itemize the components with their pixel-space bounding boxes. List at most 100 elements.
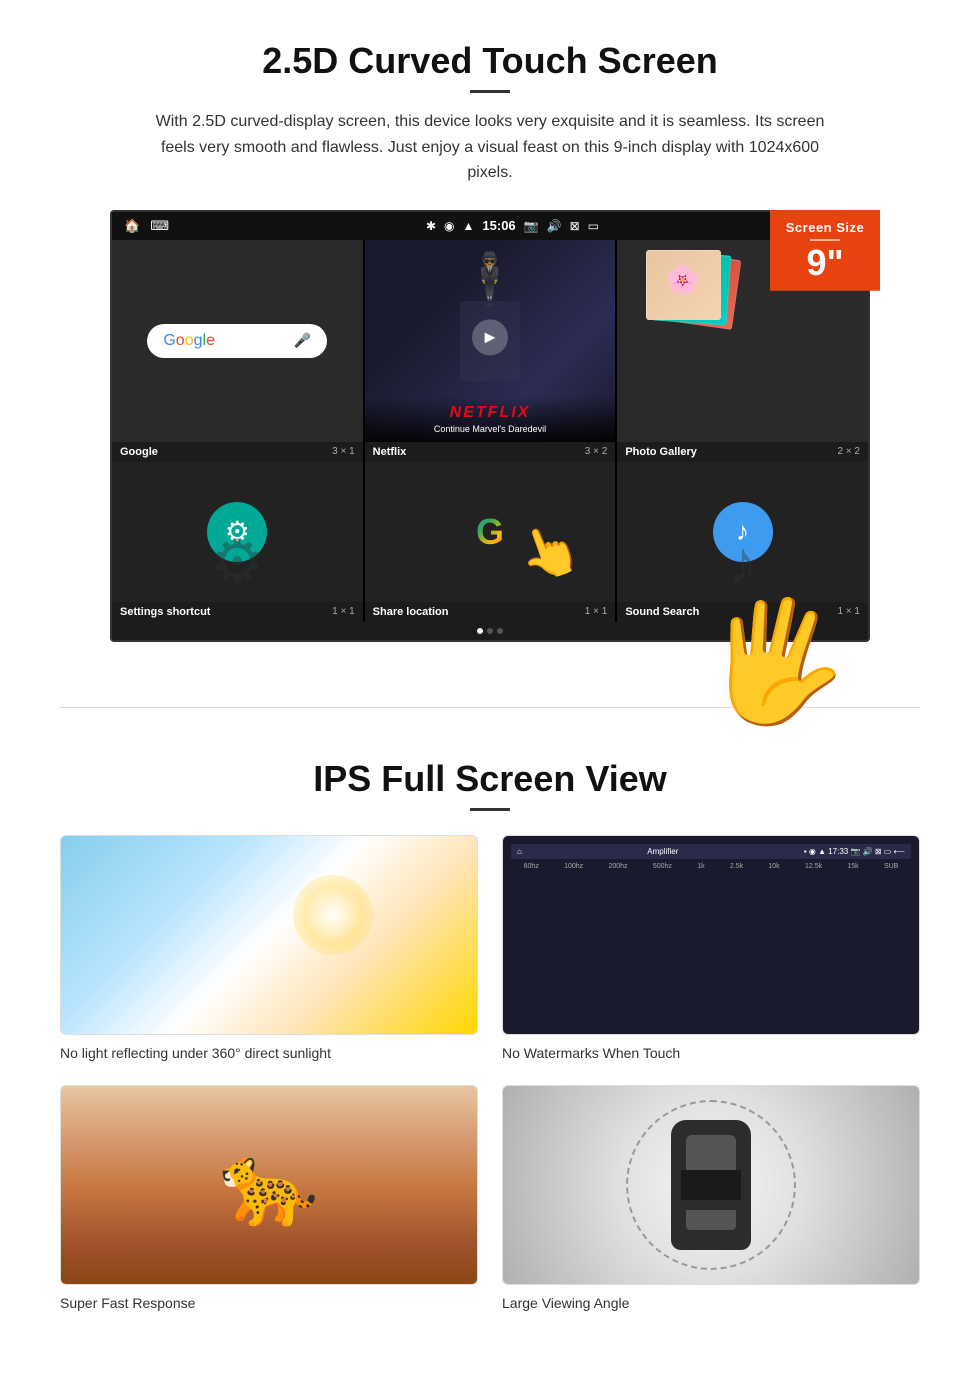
- netflix-logo: NETFLIX: [373, 404, 608, 422]
- status-time: 15:06: [482, 218, 515, 233]
- gallery-footer: Photo Gallery 2 × 2: [617, 442, 868, 462]
- amp-home-icon: ⌂: [517, 847, 522, 856]
- amp-labels: 60hz100hz200hz500hz1k2.5k10k12.5k15kSUB: [511, 863, 911, 870]
- mic-icon: 🎤: [294, 332, 311, 349]
- amp-header: ⌂ Amplifier ▪ ◉ ▲ 17:33 📷 🔊 ⊠ ▭ ⟵: [511, 844, 911, 859]
- settings-bg-icon: ⚙: [210, 527, 264, 597]
- google-search-bar[interactable]: Google 🎤: [147, 324, 327, 358]
- sound-content: ♪ ♪: [617, 462, 868, 602]
- title-divider: [470, 90, 510, 93]
- hand-pointer-icon: 👆: [510, 514, 589, 591]
- app-cell-sound[interactable]: ♪ ♪ Sound Search 1 × 1: [617, 462, 868, 622]
- cheetah-icon: 🐆: [219, 1138, 319, 1232]
- sunlight-visual: [61, 836, 477, 1034]
- app-cell-share[interactable]: G 👆 Share location 1 × 1: [365, 462, 616, 622]
- netflix-content: 🕴 ▶ NETFLIX Continue Marvel's Daredevil: [365, 240, 616, 442]
- gallery-card-3: 🌸: [646, 250, 721, 320]
- status-center: ✱ ◉ ▲ 15:06 📷 🔊 ⊠ ▭: [169, 218, 856, 233]
- bluetooth-icon: ✱: [426, 219, 436, 233]
- app-grid-row1: Google 🎤 Google 3 × 1 🕴: [112, 240, 868, 462]
- car-caption: Large Viewing Angle: [502, 1295, 920, 1311]
- app-grid-row2: ⚙ ⚙ Settings shortcut 1 × 1 G: [112, 462, 868, 622]
- car-roof: [681, 1170, 741, 1200]
- share-name: Share location: [373, 606, 449, 618]
- feature-grid: No light reflecting under 360° direct su…: [60, 835, 920, 1311]
- feature-car: Large Viewing Angle: [502, 1085, 920, 1311]
- google-name: Google: [120, 446, 158, 458]
- volume-icon: 🔊: [547, 219, 562, 233]
- wifi-icon: ▲: [463, 219, 475, 233]
- device-screen: 🏠 ⌨ ✱ ◉ ▲ 15:06 📷 🔊 ⊠ ▭: [110, 210, 870, 642]
- share-hand-wrap: G 👆: [460, 502, 520, 562]
- netflix-name: Netflix: [373, 446, 407, 458]
- screen-size-label: Screen Size: [778, 220, 872, 235]
- amp-icons: ▪ ◉ ▲ 17:33 📷 🔊 ⊠ ▭ ⟵: [804, 847, 905, 856]
- settings-content: ⚙ ⚙: [112, 462, 363, 602]
- sunlight-image: [60, 835, 478, 1035]
- share-icon-area: G: [460, 502, 520, 562]
- cheetah-image: 🐆: [60, 1085, 478, 1285]
- sound-footer: Sound Search 1 × 1: [617, 602, 868, 622]
- section2-title: IPS Full Screen View: [60, 758, 920, 800]
- section1-desc: With 2.5D curved-display screen, this de…: [150, 109, 830, 186]
- sunlight-caption: No light reflecting under 360° direct su…: [60, 1045, 478, 1061]
- cross-icon: ⊠: [570, 219, 580, 233]
- location-icon: ◉: [444, 219, 454, 233]
- settings-size: 1 × 1: [332, 606, 355, 617]
- ips-title-divider: [470, 808, 510, 811]
- netflix-footer: Netflix 3 × 2: [365, 442, 616, 462]
- netflix-overlay: NETFLIX Continue Marvel's Daredevil: [365, 396, 616, 442]
- section-curved: 2.5D Curved Touch Screen With 2.5D curve…: [0, 0, 980, 677]
- google-content: Google 🎤: [112, 240, 363, 442]
- section1-title: 2.5D Curved Touch Screen: [60, 40, 920, 82]
- cheetah-visual: 🐆: [61, 1086, 477, 1284]
- app-cell-google[interactable]: Google 🎤 Google 3 × 1: [112, 240, 363, 462]
- car-rear: [686, 1210, 736, 1230]
- google-footer: Google 3 × 1: [112, 442, 363, 462]
- amplifier-visual: ⌂ Amplifier ▪ ◉ ▲ 17:33 📷 🔊 ⊠ ▭ ⟵ 60hz10…: [503, 836, 919, 1034]
- car-body: [671, 1120, 751, 1250]
- cheetah-caption: Super Fast Response: [60, 1295, 478, 1311]
- usb-icon: ⌨: [150, 218, 169, 234]
- flower-icon: 🌸: [665, 263, 700, 296]
- section-ips: IPS Full Screen View No light reflecting…: [0, 738, 980, 1341]
- window-icon: ▭: [588, 219, 599, 233]
- app-cell-settings[interactable]: ⚙ ⚙ Settings shortcut 1 × 1: [112, 462, 363, 622]
- share-footer: Share location 1 × 1: [365, 602, 616, 622]
- status-bar: 🏠 ⌨ ✱ ◉ ▲ 15:06 📷 🔊 ⊠ ▭: [112, 212, 868, 240]
- feature-cheetah: 🐆 Super Fast Response: [60, 1085, 478, 1311]
- car-windshield: [686, 1135, 736, 1170]
- google-logo: Google: [163, 332, 215, 350]
- gallery-name: Photo Gallery: [625, 446, 697, 458]
- status-left: 🏠 ⌨: [124, 218, 169, 234]
- app-cell-netflix[interactable]: 🕴 ▶ NETFLIX Continue Marvel's Daredevil …: [365, 240, 616, 462]
- netflix-size: 3 × 2: [585, 446, 608, 457]
- sound-name: Sound Search: [625, 606, 699, 618]
- car-image: [502, 1085, 920, 1285]
- gallery-size: 2 × 2: [837, 446, 860, 457]
- pagination-dot-1[interactable]: [477, 628, 483, 634]
- home-icon: 🏠: [124, 218, 140, 234]
- amplifier-caption: No Watermarks When Touch: [502, 1045, 920, 1061]
- camera-icon: 📷: [524, 219, 539, 233]
- netflix-subtitle: Continue Marvel's Daredevil: [373, 424, 608, 434]
- device-container: Screen Size 9" 🏠 ⌨ ✱ ◉ ▲ 15:06 📷 🔊 ⊠: [110, 210, 870, 642]
- screen-size-number: 9": [778, 245, 872, 281]
- sound-bg-icon: ♪: [728, 528, 758, 597]
- share-content: G 👆: [365, 462, 616, 602]
- pagination-bar: [112, 622, 868, 640]
- pagination-dot-3[interactable]: [497, 628, 503, 634]
- sound-size: 1 × 1: [837, 606, 860, 617]
- settings-footer: Settings shortcut 1 × 1: [112, 602, 363, 622]
- feature-sunlight: No light reflecting under 360° direct su…: [60, 835, 478, 1061]
- screen-size-divider: [810, 239, 840, 241]
- amplifier-image: ⌂ Amplifier ▪ ◉ ▲ 17:33 📷 🔊 ⊠ ▭ ⟵ 60hz10…: [502, 835, 920, 1035]
- play-button[interactable]: ▶: [472, 319, 508, 355]
- page-divider: [60, 707, 920, 708]
- pagination-dot-2[interactable]: [487, 628, 493, 634]
- settings-name: Settings shortcut: [120, 606, 210, 618]
- screen-size-badge: Screen Size 9": [770, 210, 880, 291]
- google-maps-icon: G: [476, 511, 504, 553]
- amp-title: Amplifier: [647, 847, 678, 856]
- feature-amplifier: ⌂ Amplifier ▪ ◉ ▲ 17:33 📷 🔊 ⊠ ▭ ⟵ 60hz10…: [502, 835, 920, 1061]
